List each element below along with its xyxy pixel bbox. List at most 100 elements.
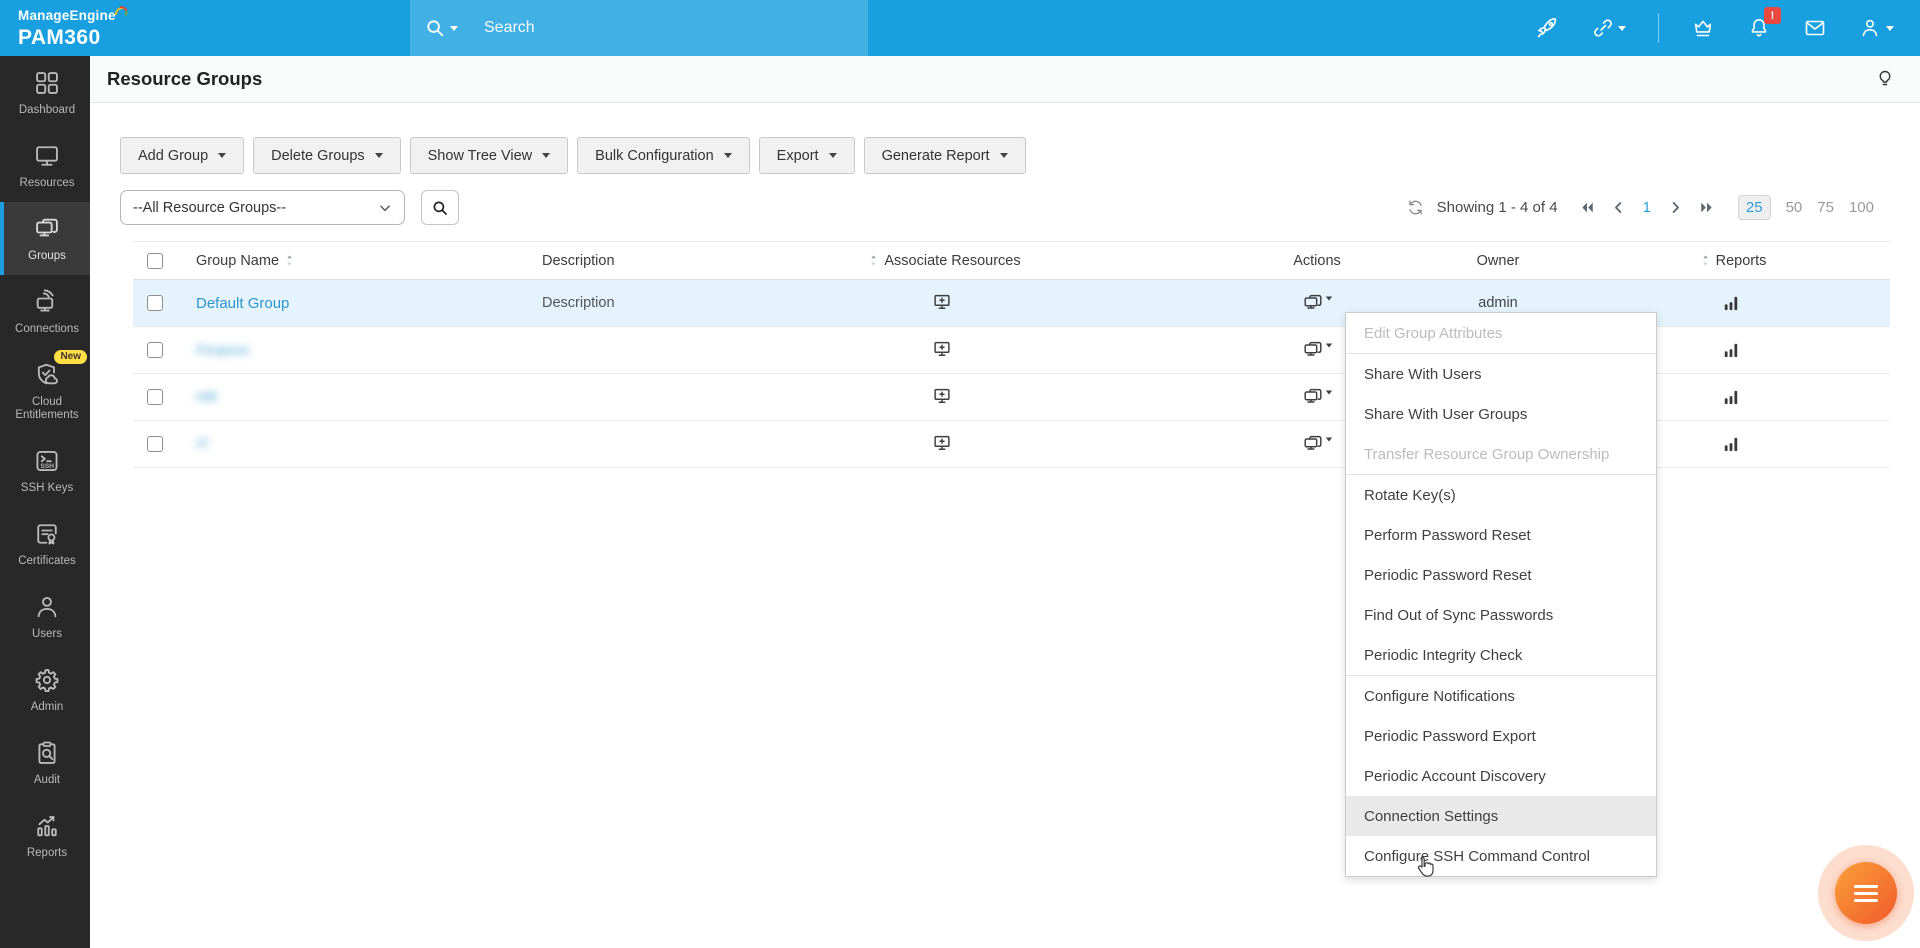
group-name-link[interactable]: IT [196, 436, 209, 453]
associate-resources-icon[interactable] [931, 292, 953, 314]
search-icon[interactable] [424, 17, 446, 39]
group-name-link[interactable]: HR [196, 389, 218, 406]
menu-item-periodic-password-export[interactable]: Periodic Password Export [1346, 716, 1656, 756]
menu-item-find-out-of-sync-passwords[interactable]: Find Out of Sync Passwords [1346, 595, 1656, 635]
menu-item-share-with-user-groups[interactable]: Share With User Groups [1346, 394, 1656, 434]
report-icon[interactable] [1721, 340, 1741, 360]
caret-down-icon [542, 153, 550, 158]
filter-row: --All Resource Groups-- Showing 1 - 4 of… [120, 190, 1890, 225]
associate-resources-icon[interactable] [931, 386, 953, 408]
search-input[interactable] [482, 18, 812, 38]
refresh-icon[interactable] [1406, 198, 1425, 217]
column-header-actions: Actions [1184, 253, 1450, 269]
sidebar-item-groups[interactable]: Groups [0, 202, 90, 275]
page-size-50[interactable]: 50 [1786, 199, 1803, 216]
menu-item-periodic-account-discovery[interactable]: Periodic Account Discovery [1346, 756, 1656, 796]
sidebar-item-connections[interactable]: Connections [0, 275, 90, 348]
page-size-options: 25 50 75 100 [1738, 195, 1874, 220]
page-size-100[interactable]: 100 [1849, 199, 1874, 216]
rocket-button[interactable] [1535, 16, 1559, 40]
user-button[interactable] [1859, 16, 1894, 40]
report-icon[interactable] [1721, 387, 1741, 407]
add-group-button[interactable]: Add Group [120, 137, 244, 174]
sidebar-item-audit[interactable]: Audit [0, 726, 90, 799]
hamburger-icon [1854, 885, 1878, 888]
current-page-number[interactable]: 1 [1643, 199, 1651, 216]
certificates-icon [33, 520, 61, 548]
menu-item-configure-ssh-command-control[interactable]: Configure SSH Command Control [1346, 836, 1656, 876]
generate-report-button[interactable]: Generate Report [864, 137, 1026, 174]
delete-groups-button[interactable]: Delete Groups [253, 137, 401, 174]
export-button[interactable]: Export [759, 137, 855, 174]
caret-down-icon [1000, 153, 1008, 158]
search-scope-caret-icon[interactable] [450, 26, 458, 31]
help-lightbulb-icon[interactable] [1874, 68, 1896, 90]
menu-item-rotate-key-s[interactable]: Rotate Key(s) [1346, 475, 1656, 515]
page-title: Resource Groups [107, 68, 262, 90]
column-header-reports[interactable]: Reports [1546, 253, 1890, 269]
mail-button[interactable] [1803, 16, 1827, 40]
sidebar-item-ssh-keys[interactable]: SSH SSH Keys [0, 434, 90, 507]
sidebar-item-dashboard[interactable]: Dashboard [0, 56, 90, 129]
sidebar-item-resources[interactable]: Resources [0, 129, 90, 202]
quick-actions-fab-button[interactable] [1835, 862, 1897, 924]
sidebar-item-reports[interactable]: Reports [0, 799, 90, 872]
bell-button[interactable]: ! [1747, 16, 1771, 40]
actions-menu-button[interactable] [1302, 339, 1333, 361]
actions-menu-button[interactable] [1302, 292, 1333, 314]
group-actions-context-menu: Edit Group AttributesShare With UsersSha… [1345, 312, 1657, 877]
actions-menu-button[interactable] [1302, 433, 1333, 455]
actions-menu-button[interactable] [1302, 386, 1333, 408]
menu-item-periodic-integrity-check[interactable]: Periodic Integrity Check [1346, 635, 1656, 675]
associate-resources-icon[interactable] [931, 433, 953, 455]
row-checkbox[interactable] [147, 389, 163, 405]
link-button[interactable] [1591, 16, 1626, 40]
menu-item-connection-settings[interactable]: Connection Settings [1346, 796, 1656, 836]
caret-down-icon [1325, 297, 1331, 301]
menu-item-share-with-users[interactable]: Share With Users [1346, 354, 1656, 394]
menu-item-transfer-resource-group-ownership: Transfer Resource Group Ownership [1346, 434, 1656, 474]
sort-icon[interactable] [866, 253, 881, 268]
page-size-75[interactable]: 75 [1817, 199, 1834, 216]
associate-resources-icon[interactable] [931, 339, 953, 361]
next-page-icon[interactable] [1667, 199, 1684, 216]
last-page-icon[interactable] [1698, 199, 1715, 216]
sidebar-item-certificates[interactable]: Certificates [0, 507, 90, 580]
row-checkbox[interactable] [147, 436, 163, 452]
group-name-link[interactable]: Finance [196, 342, 249, 359]
row-checkbox[interactable] [147, 295, 163, 311]
row-checkbox[interactable] [147, 342, 163, 358]
report-icon[interactable] [1721, 293, 1741, 313]
column-header-associate-resources[interactable]: Associate Resources [790, 253, 1184, 269]
brand-manageengine: ManageEngine [18, 9, 116, 23]
filter-search-button[interactable] [421, 190, 459, 225]
header-actions: ! [1535, 13, 1894, 43]
sidebar-item-users[interactable]: Users [0, 580, 90, 653]
sidebar-item-admin[interactable]: Admin [0, 653, 90, 726]
caret-down-icon [829, 153, 837, 158]
report-icon[interactable] [1721, 434, 1741, 454]
menu-item-configure-notifications[interactable]: Configure Notifications [1346, 676, 1656, 716]
previous-page-icon[interactable] [1610, 199, 1627, 216]
cloud-entitlements-icon [33, 361, 61, 389]
menu-item-periodic-password-reset[interactable]: Periodic Password Reset [1346, 555, 1656, 595]
caret-down-icon [1325, 438, 1331, 442]
caret-down-icon [1886, 26, 1894, 31]
page-size-25[interactable]: 25 [1738, 195, 1771, 220]
crown-button[interactable] [1691, 16, 1715, 40]
show-tree-view-button[interactable]: Show Tree View [410, 137, 569, 174]
brand-logo[interactable]: ManageEngine PAM360 [18, 8, 128, 48]
users-icon [33, 593, 61, 621]
first-page-icon[interactable] [1579, 199, 1596, 216]
sidebar-item-cloud-entitlements[interactable]: New Cloud Entitlements [0, 348, 90, 434]
group-name-link[interactable]: Default Group [196, 295, 289, 312]
resource-group-filter-select[interactable]: --All Resource Groups-- [120, 190, 405, 225]
column-header-group-name[interactable]: Group Name [177, 253, 523, 269]
select-all-checkbox[interactable] [147, 253, 163, 269]
bulk-configuration-button[interactable]: Bulk Configuration [577, 137, 750, 174]
sidebar-nav: Dashboard Resources Groups Connections N… [0, 56, 90, 948]
sort-icon[interactable] [282, 253, 297, 268]
global-search[interactable] [410, 0, 868, 56]
sort-icon[interactable] [1698, 253, 1713, 268]
menu-item-perform-password-reset[interactable]: Perform Password Reset [1346, 515, 1656, 555]
